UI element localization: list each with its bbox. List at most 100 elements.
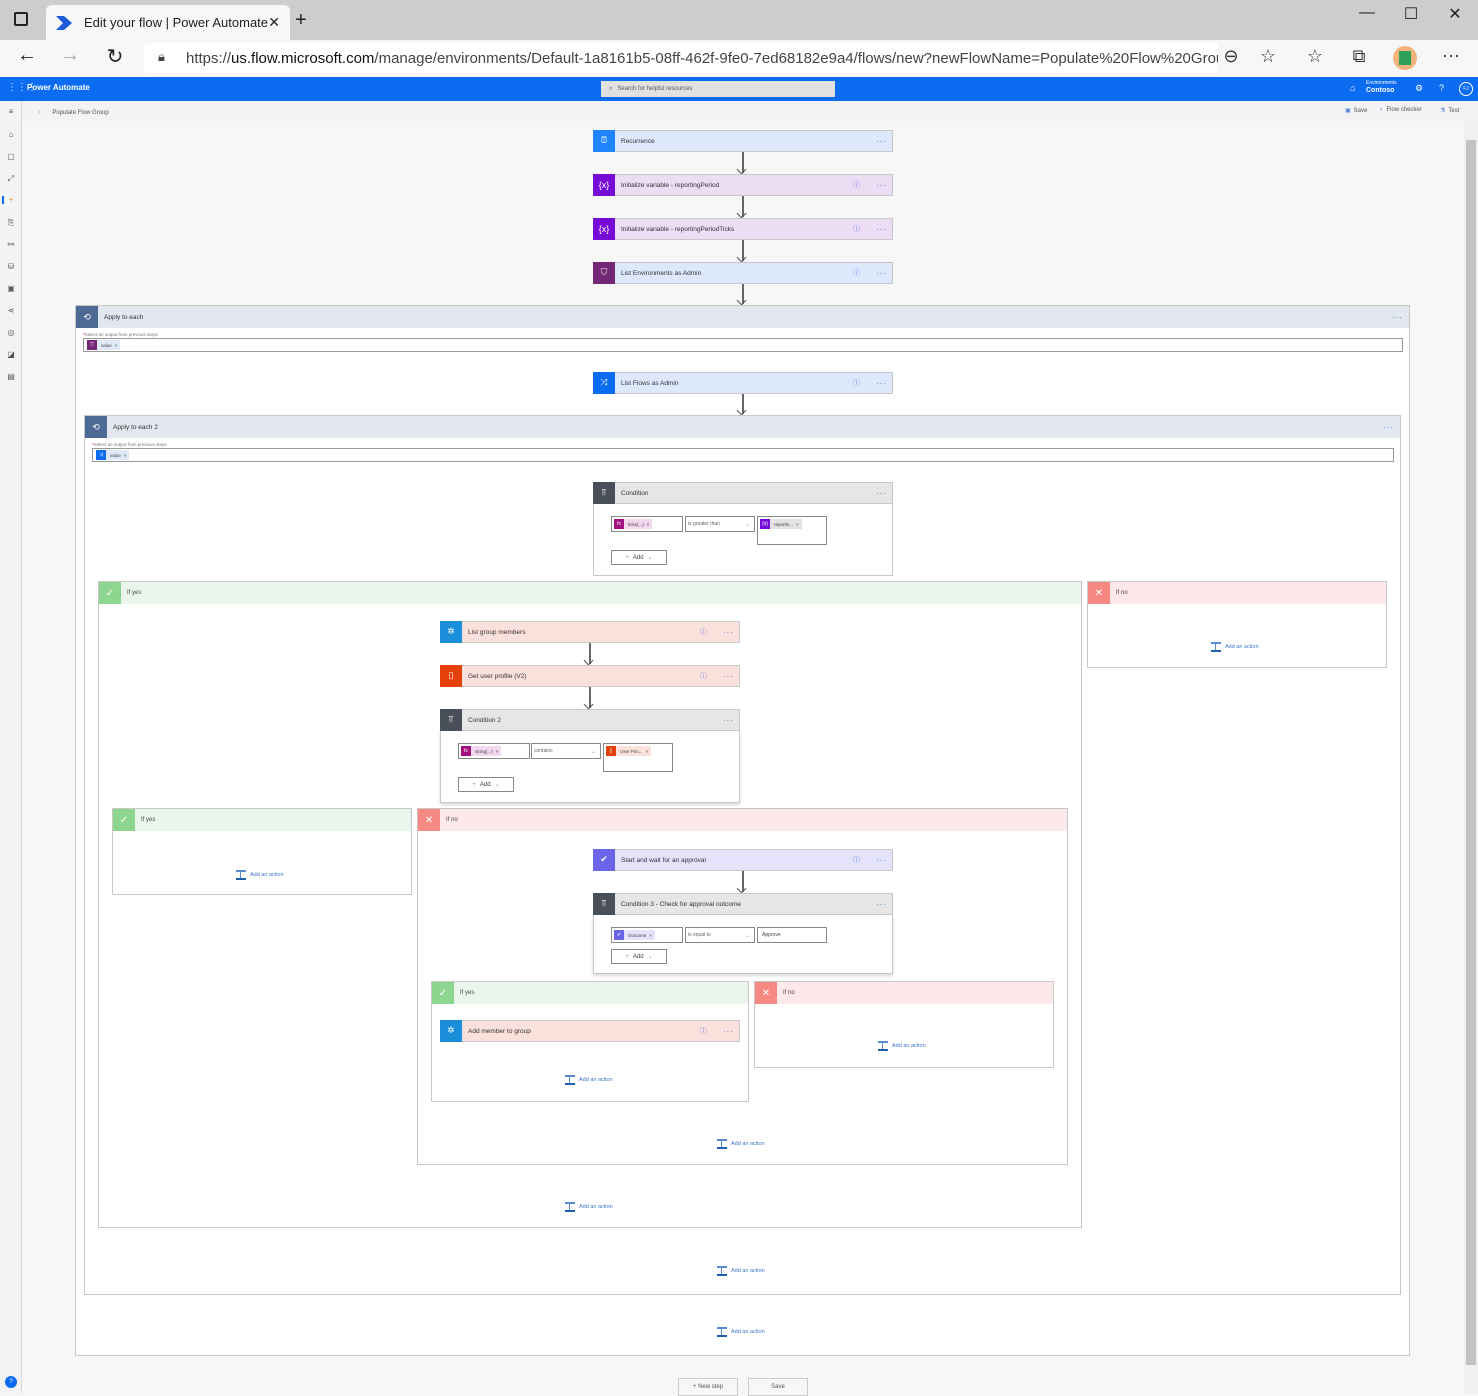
collections-icon[interactable]: ⧉ xyxy=(1346,46,1372,67)
condition-3-header[interactable]: ⫪ Condition 3 - Check for approval outco… xyxy=(593,892,893,915)
settings-icon[interactable]: ⚙ xyxy=(1415,83,1423,94)
monitor-icon[interactable]: ▣ xyxy=(0,284,22,293)
help-icon[interactable]: ⓘ xyxy=(853,378,860,388)
value-token[interactable]: ⤨ value × xyxy=(96,450,130,460)
help-icon[interactable]: ⓘ xyxy=(853,224,860,234)
select-output-input[interactable]: ⛉ value × xyxy=(83,338,1403,352)
add-action-button[interactable]: Add an action xyxy=(878,1041,926,1051)
help-chat-button[interactable]: ? xyxy=(5,1376,17,1388)
step-list-group-members[interactable]: ✲ List group members ⓘ ··· xyxy=(440,620,740,643)
solutions-icon[interactable]: ◪ xyxy=(0,350,22,359)
more-options-icon[interactable]: ··· xyxy=(1383,423,1394,432)
add-action-button[interactable]: Add an action xyxy=(236,870,284,880)
remove-token-icon[interactable]: × xyxy=(647,522,650,527)
step-start-approval[interactable]: ✔︎ Start and wait for an approval ⓘ ··· xyxy=(593,848,893,871)
remove-token-icon[interactable]: × xyxy=(496,749,499,754)
ai-builder-icon[interactable]: ⋖ xyxy=(0,306,22,315)
condition-2-right-operand[interactable]: ▯ User Prin... × xyxy=(603,743,673,772)
condition-left-operand[interactable]: fx ticks(...) × xyxy=(611,516,683,532)
condition-right-operand[interactable]: {x} reportin... × xyxy=(757,516,827,545)
add-favorite-icon[interactable]: ☆ xyxy=(1255,46,1281,67)
search-input[interactable]: ⌕ Search for helpful resources xyxy=(601,81,835,97)
remove-token-icon[interactable]: × xyxy=(649,933,652,938)
back-button[interactable]: ← xyxy=(13,44,41,67)
remove-token-icon[interactable]: × xyxy=(115,343,118,348)
more-options-icon[interactable]: ··· xyxy=(876,379,887,388)
condition-2-left-operand[interactable]: fx string(...) × xyxy=(458,743,530,759)
step-list-flows[interactable]: ⤨ List Flows as Admin ⓘ ··· xyxy=(593,371,893,394)
value-token[interactable]: ⛉ value × xyxy=(87,340,121,350)
maximize-button[interactable]: ☐ xyxy=(1396,4,1426,24)
more-options-icon[interactable]: ··· xyxy=(876,225,887,234)
back-arrow-icon[interactable]: ‹ xyxy=(38,107,41,116)
step-add-member-to-group[interactable]: ✲ Add member to group ⓘ ··· xyxy=(440,1019,740,1042)
help-icon[interactable]: ⓘ xyxy=(853,268,860,278)
minimize-button[interactable]: — xyxy=(1352,4,1382,22)
home-icon[interactable]: ⌂ xyxy=(0,130,22,139)
add-action-button[interactable]: Add an action xyxy=(717,1139,765,1149)
new-tab-button[interactable]: + xyxy=(295,9,307,32)
condition-header[interactable]: ⫪ Condition ··· xyxy=(593,481,893,504)
help-icon[interactable]: ⓘ xyxy=(700,1026,707,1036)
more-options-icon[interactable]: ··· xyxy=(723,1027,734,1036)
step-init-reporting-period[interactable]: {x} Initialize variable - reportingPerio… xyxy=(593,173,893,196)
add-action-button[interactable]: Add an action xyxy=(717,1327,765,1337)
help-icon[interactable]: ⓘ xyxy=(853,180,860,190)
templates-icon[interactable]: ⎘ xyxy=(0,218,22,228)
apply-to-each-header[interactable]: ⟲ Apply to each ··· xyxy=(76,306,1409,328)
zoom-out-icon[interactable]: ⊖ xyxy=(1218,46,1244,67)
apply-to-each-2-header[interactable]: ⟲ Apply to each 2 ··· xyxy=(85,416,1400,438)
add-condition-button[interactable]: + Add ⌄ xyxy=(458,777,514,792)
add-condition-button[interactable]: + Add ⌄ xyxy=(611,949,667,964)
condition-3-left-operand[interactable]: ✔︎ Outcome × xyxy=(611,927,683,943)
add-action-button[interactable]: Add an action xyxy=(565,1202,613,1212)
save-command[interactable]: ▣ Save xyxy=(1345,107,1367,114)
more-options-icon[interactable]: ··· xyxy=(876,137,887,146)
more-options-icon[interactable]: ··· xyxy=(723,628,734,637)
more-options-icon[interactable]: ··· xyxy=(723,716,734,725)
test-command[interactable]: ⚗ Test xyxy=(1440,107,1459,114)
condition-2-operator-select[interactable]: contains ⌄ xyxy=(531,743,601,759)
step-list-environments[interactable]: ⛉ List Environments as Admin ⓘ ··· xyxy=(593,261,893,284)
condition-3-operator-select[interactable]: is equal to ⌄ xyxy=(685,927,755,943)
more-options-icon[interactable]: ··· xyxy=(876,856,887,865)
step-get-user-profile[interactable]: ▯ Get user profile (V2) ⓘ ··· xyxy=(440,664,740,687)
connectors-icon[interactable]: ⚯ xyxy=(0,240,22,249)
favorites-icon[interactable]: ☆ xyxy=(1302,46,1328,67)
add-action-button[interactable]: Add an action xyxy=(1211,642,1259,652)
remove-token-icon[interactable]: × xyxy=(124,453,127,458)
help-icon[interactable]: ⓘ xyxy=(700,671,707,681)
browser-tab[interactable]: Edit your flow | Power Automate ✕ xyxy=(46,5,290,40)
more-options-icon[interactable]: ··· xyxy=(723,672,734,681)
more-options-icon[interactable]: ··· xyxy=(876,269,887,278)
remove-token-icon[interactable]: × xyxy=(646,749,649,754)
close-window-button[interactable]: ✕ xyxy=(1440,4,1470,24)
settings-more-icon[interactable]: ⋯ xyxy=(1438,46,1464,67)
hamburger-menu-icon[interactable]: ≡ xyxy=(0,107,22,116)
step-recurrence[interactable]: ⏰︎ Recurrence ··· xyxy=(593,129,893,152)
process-advisor-icon[interactable]: ◎ xyxy=(0,328,22,337)
create-icon[interactable]: + xyxy=(0,195,22,204)
more-options-icon[interactable]: ··· xyxy=(876,181,887,190)
condition-operator-select[interactable]: is greater than ⌄ xyxy=(685,516,755,532)
close-tab-icon[interactable]: ✕ xyxy=(268,14,280,31)
learn-icon[interactable]: ▤ xyxy=(0,372,22,381)
step-init-reporting-period-ticks[interactable]: {x} Initialize variable - reportingPerio… xyxy=(593,217,893,240)
help-icon[interactable]: ⓘ xyxy=(700,627,707,637)
select-output-input[interactable]: ⤨ value × xyxy=(92,448,1394,462)
remove-token-icon[interactable]: × xyxy=(796,522,799,527)
tab-actions-icon[interactable] xyxy=(14,12,28,26)
my-flows-icon[interactable]: ⤢ xyxy=(0,174,22,184)
url-input[interactable]: 🔒︎ https://us.flow.microsoft.com/manage/… xyxy=(144,43,1218,73)
avatar[interactable]: FJ xyxy=(1459,82,1473,96)
condition-2-header[interactable]: ⫪ Condition 2 ··· xyxy=(440,708,740,731)
more-options-icon[interactable]: ··· xyxy=(876,489,887,498)
more-options-icon[interactable]: ··· xyxy=(1392,313,1403,322)
new-step-button[interactable]: + New step xyxy=(678,1378,738,1396)
data-icon[interactable]: ⛁ xyxy=(0,262,22,271)
condition-3-right-operand[interactable]: Approve xyxy=(757,927,827,943)
add-action-button[interactable]: Add an action xyxy=(565,1075,613,1085)
add-action-button[interactable]: Add an action xyxy=(717,1266,765,1276)
environment-picker[interactable]: Environments Contoso xyxy=(1366,80,1397,95)
calculator-extension-icon[interactable] xyxy=(1393,46,1417,70)
